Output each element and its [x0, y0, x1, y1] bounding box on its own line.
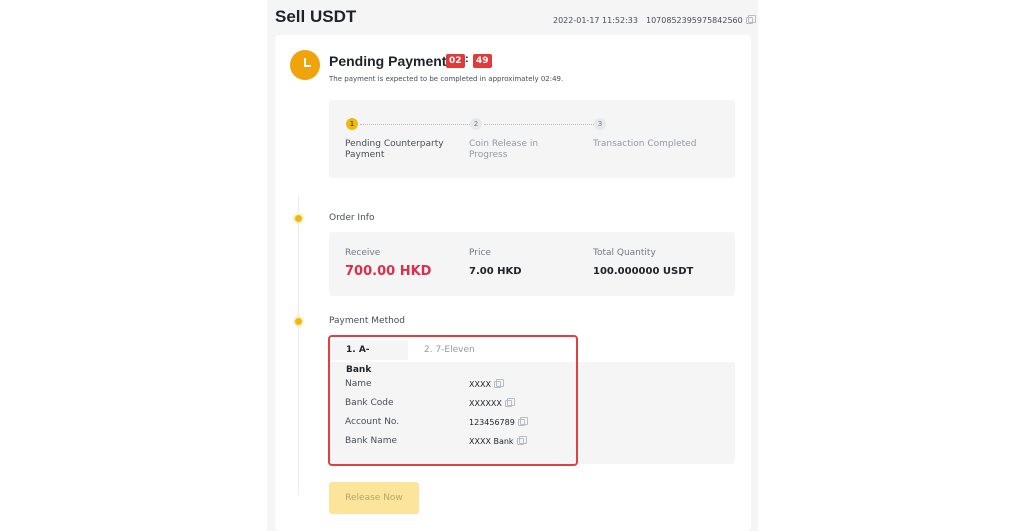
page-title: Sell USDT — [275, 7, 357, 26]
order-number: 1070852395975842560 — [646, 15, 756, 25]
order-number-text: 1070852395975842560 — [646, 16, 743, 25]
clock-icon — [290, 50, 320, 80]
payment-method-label: Payment Method — [329, 316, 406, 326]
timeline-dot — [295, 215, 302, 222]
step-2-label: Coin Release in Progress — [469, 139, 539, 160]
timeline-line — [298, 195, 299, 495]
step-1-indicator: 1 — [346, 118, 358, 130]
highlight-frame — [328, 335, 578, 466]
timeline-dot — [295, 318, 302, 325]
step-1-label: Pending Counterparty Payment — [345, 139, 444, 160]
timer-separator: : — [465, 53, 469, 65]
price-label: Price — [469, 248, 491, 258]
step-connector — [360, 124, 470, 125]
receive-amount: 700.00 HKD — [345, 264, 432, 279]
quantity-label: Total Quantity — [593, 248, 656, 258]
order-info-label: Order Info — [329, 213, 375, 223]
step-connector — [484, 124, 594, 125]
status-title: Pending Payment — [329, 53, 447, 69]
step-2-indicator: 2 — [470, 118, 482, 130]
timer-seconds: 49 — [473, 54, 492, 68]
timer-minutes: 02 — [446, 54, 465, 68]
release-now-button[interactable]: Release Now — [329, 482, 419, 514]
order-date: 2022-01-17 11:52:33 — [553, 16, 638, 25]
step-3-indicator: 3 — [594, 118, 606, 130]
quantity-value: 100.000000 USDT — [593, 266, 694, 277]
price-value: 7.00 HKD — [469, 266, 522, 277]
copy-icon[interactable] — [745, 15, 756, 24]
step-3-label: Transaction Completed — [593, 139, 697, 149]
status-description: The payment is expected to be completed … — [329, 75, 564, 83]
receive-label: Receive — [345, 248, 381, 258]
